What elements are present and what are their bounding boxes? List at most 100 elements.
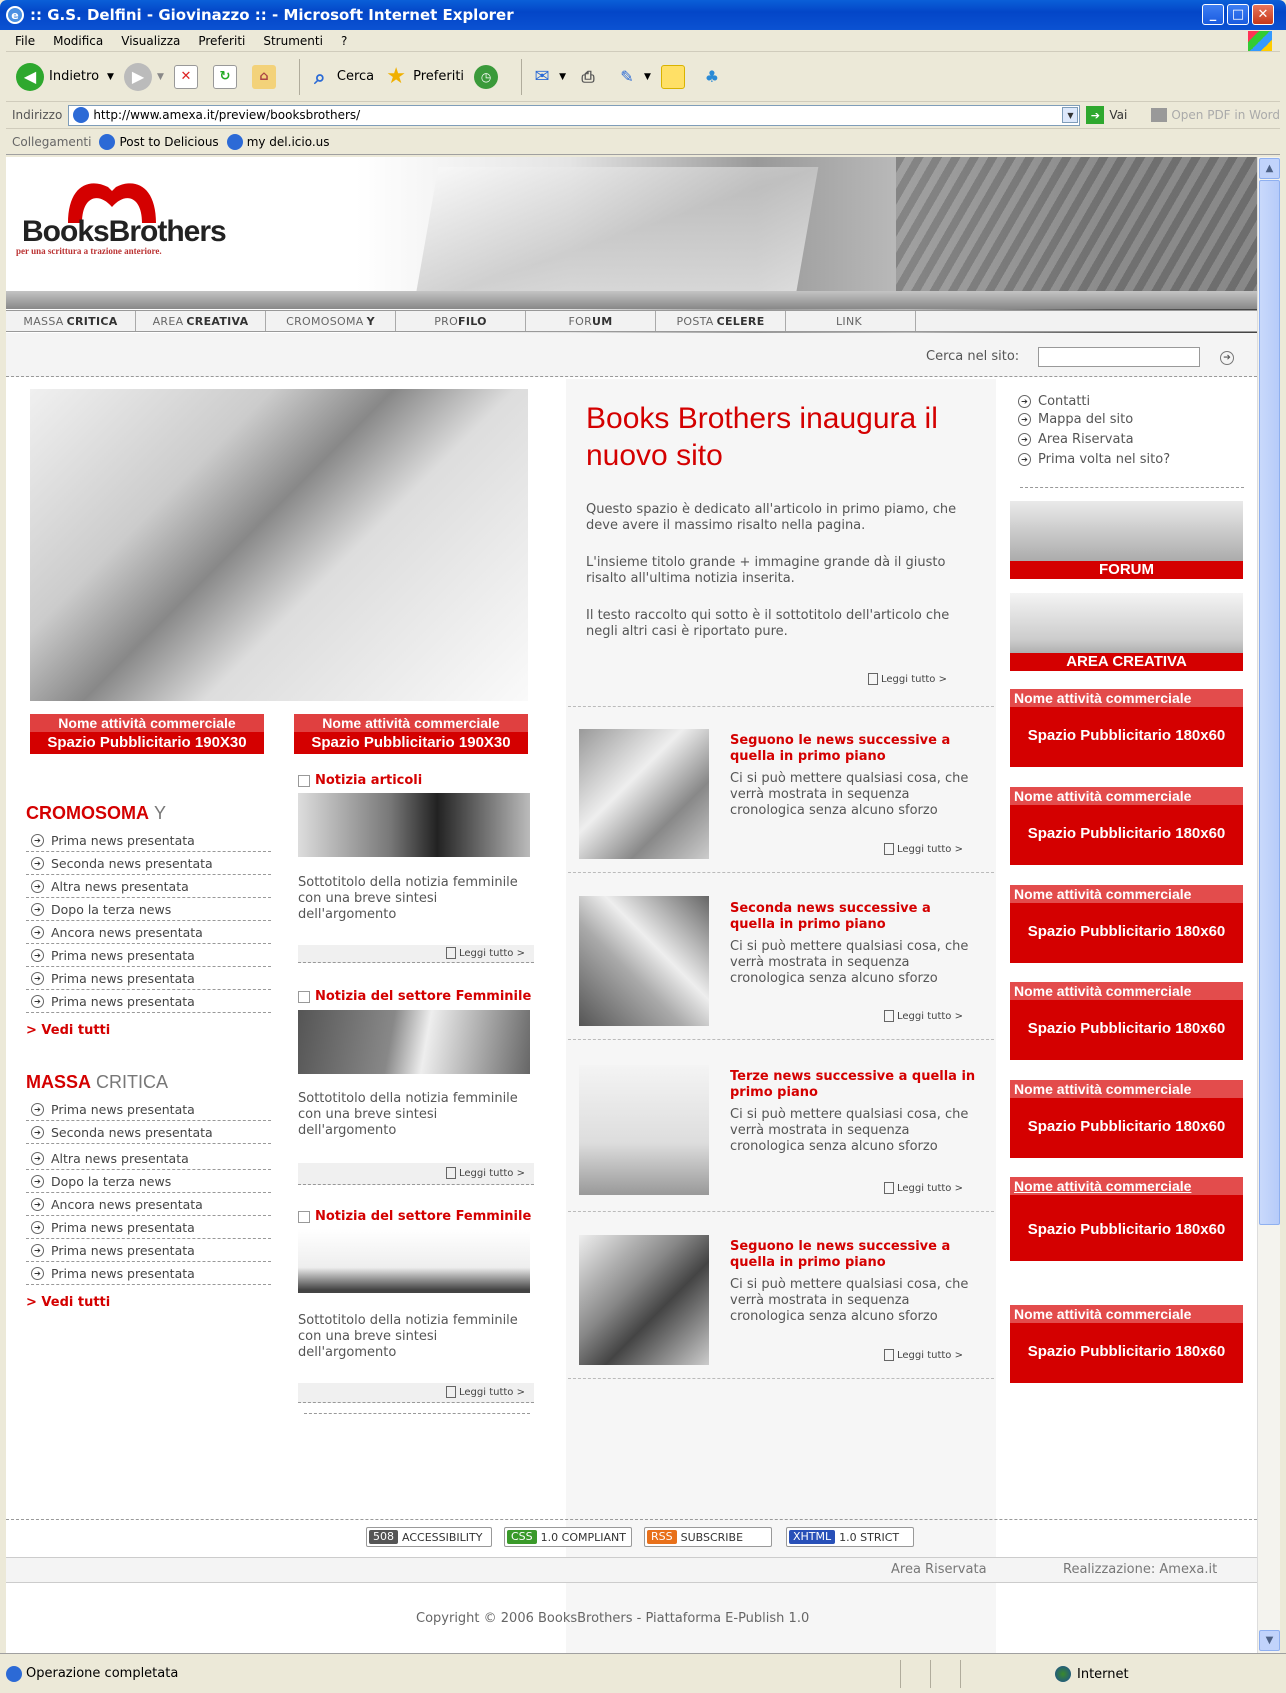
ad-banner-180[interactable]: Nome attività commerciale Spazio Pubblici… [1010,689,1243,767]
link-contatti[interactable]: ➔ Contatti [1018,391,1238,411]
leggi-tutto-link[interactable]: Leggi tutto > [884,843,963,855]
menu-help[interactable]: ? [332,34,356,48]
favorites-button[interactable]: ★ Preferiti [384,64,464,89]
print-button[interactable]: ⎙ [576,65,605,89]
ad-banner-190[interactable]: Nome attività commerciale Spazio Pubblic… [30,714,264,754]
back-button[interactable]: ◀ Indietro ▼ [16,62,114,91]
area-creativa-banner[interactable]: AREA CREATIVA [1010,593,1243,671]
list-item[interactable]: ➔ Dopo la terza news [26,898,271,921]
address-input[interactable]: http://www.amexa.it/preview/booksbrother… [68,104,1081,126]
link-mappa[interactable]: ➔ Mappa del sito [1018,409,1238,429]
site-logo[interactable]: BooksBrothers [22,215,227,249]
history-button[interactable]: ◷ [474,64,503,89]
list-item[interactable]: ➔ Dopo la terza news [26,1170,271,1193]
list-item[interactable]: ➔ Prima news presentata [26,1262,271,1285]
edit-button[interactable]: ✎ ▼ [615,65,651,89]
menu-strumenti[interactable]: Strumenti [254,34,332,48]
link-my-delicious[interactable]: my del.icio.us [226,133,330,150]
leggi-tutto-link[interactable]: Leggi tutto > [884,1182,963,1194]
scroll-up-icon[interactable]: ▲ [1259,158,1280,179]
ad-banner-180[interactable]: Nome attività commerciale Spazio Pubblici… [1010,982,1243,1060]
footer-credit[interactable]: Realizzazione: Amexa.it [1063,1562,1217,1577]
scroll-down-icon[interactable]: ▼ [1259,1630,1280,1651]
badge-xhtml[interactable]: XHTML 1.0 STRICT [786,1527,914,1547]
main-article-title[interactable]: Books Brothers inaugura il nuovo sito [586,400,976,474]
stop-button[interactable]: ✕ [173,64,203,89]
nav-posta-celere[interactable]: POSTA CELERE [656,311,786,331]
list-item[interactable]: ➔ Seconda news presentata [26,1121,271,1144]
notes-button[interactable] [660,64,690,89]
list-item[interactable]: ➔ Prima news presentata [26,1239,271,1262]
nav-massa-critica[interactable]: MASSA CRITICA [6,311,136,331]
notizia-title[interactable]: Notizia del settore Femminile [298,989,531,1004]
ad-banner-180[interactable]: Nome attività commerciale Spazio Pubblici… [1010,1305,1243,1383]
search-submit-icon[interactable]: ➔ [1220,351,1234,365]
leggi-tutto-link[interactable]: Leggi tutto > [868,673,947,685]
badge-accessibility[interactable]: 508 ACCESSIBILITY [366,1527,492,1547]
badge-css[interactable]: CSS 1.0 COMPLIANT [504,1527,632,1547]
list-item[interactable]: ➔ Ancora news presentata [26,921,271,944]
site-search-input[interactable] [1038,347,1200,367]
nav-forum[interactable]: FOR UM [526,311,656,331]
list-item[interactable]: ➔ Prima news presentata [26,829,271,852]
news-title[interactable]: Seguono le news successive a quella in p… [730,733,980,765]
ad-banner-180[interactable]: Nome attività commerciale Spazio Pubblici… [1010,787,1243,865]
scroll-thumb[interactable] [1259,180,1280,1225]
chevron-down-icon[interactable]: ▼ [157,72,164,82]
leggi-tutto-link[interactable]: Leggi tutto > [446,947,525,959]
list-item[interactable]: ➔ Prima news presentata [26,1216,271,1239]
search-button[interactable]: ⌕ Cerca [308,65,374,89]
address-dropdown-icon[interactable]: ▼ [1062,107,1079,123]
list-item[interactable]: ➔ Prima news presentata [26,1098,271,1121]
link-prima-volta[interactable]: ➔ Prima volta nel sito? [1018,449,1238,469]
menu-visualizza[interactable]: Visualizza [112,34,189,48]
ad-banner-180[interactable]: Nome attività commerciale Spazio Pubblici… [1010,1080,1243,1158]
list-item[interactable]: ➔ Altra news presentata [26,1147,271,1170]
nav-profilo[interactable]: PRO FILO [396,311,526,331]
list-item[interactable]: ➔ Altra news presentata [26,875,271,898]
section-title-massa-critica[interactable]: MASSA CRITICA [26,1072,168,1093]
maximize-button[interactable]: □ [1227,4,1249,25]
home-button[interactable]: ⌂ [251,64,281,89]
menu-preferiti[interactable]: Preferiti [189,34,254,48]
chevron-down-icon[interactable]: ▼ [107,72,114,82]
mail-button[interactable]: ✉ ▼ [530,65,566,89]
news-title[interactable]: Seguono le news successive a quella in p… [730,1239,980,1271]
badge-rss[interactable]: RSS SUBSCRIBE [644,1527,772,1547]
open-pdf-button[interactable]: Open PDF in Word [1151,108,1280,122]
link-post-delicious[interactable]: Post to Delicious [99,133,219,150]
list-item[interactable]: ➔ Prima news presentata [26,967,271,990]
notizia-title[interactable]: Notizia articoli [298,773,422,788]
go-button[interactable]: ➔ Vai [1086,106,1127,124]
leggi-tutto-link[interactable]: Leggi tutto > [884,1349,963,1361]
refresh-button[interactable]: ↻ [212,64,242,89]
vedi-tutti-link[interactable]: > Vedi tutti [26,1023,110,1038]
close-button[interactable]: ✕ [1252,4,1274,25]
nav-link[interactable]: LINK [786,311,916,331]
vedi-tutti-link[interactable]: > Vedi tutti [26,1295,110,1310]
list-item[interactable]: ➔ Prima news presentata [26,944,271,967]
news-title[interactable]: Seconda news successive a quella in prim… [730,901,980,933]
list-item[interactable]: ➔ Prima news presentata [26,990,271,1013]
ad-banner-180[interactable]: Nome attività commerciale Spazio Pubblici… [1010,885,1243,963]
ad-banner-190[interactable]: Nome attività commerciale Spazio Pubblic… [294,714,528,754]
nav-cromosoma-y[interactable]: CROMOSOMA Y [266,311,396,331]
vertical-scrollbar[interactable]: ▲ ▼ [1257,157,1280,1653]
menu-file[interactable]: File [6,34,44,48]
leggi-tutto-link[interactable]: Leggi tutto > [884,1010,963,1022]
forward-button[interactable]: ▶ ▼ [123,62,164,91]
notizia-title[interactable]: Notizia del settore Femminile [298,1209,531,1224]
ad-banner-180[interactable]: Nome attività commerciale Spazio Pubblici… [1010,1177,1243,1261]
footer-area-riservata[interactable]: Area Riservata [891,1562,987,1577]
leggi-tutto-link[interactable]: Leggi tutto > [446,1386,525,1398]
minimize-button[interactable]: _ [1202,4,1224,25]
link-area-riservata[interactable]: ➔ Area Riservata [1018,429,1238,449]
list-item[interactable]: ➔ Ancora news presentata [26,1193,271,1216]
list-item[interactable]: ➔ Seconda news presentata [26,852,271,875]
nav-area-creativa[interactable]: AREA CREATIVA [136,311,266,331]
menu-modifica[interactable]: Modifica [44,34,112,48]
section-title-cromosoma[interactable]: CROMOSOMA Y [26,803,166,824]
news-title[interactable]: Terze news successive a quella in primo … [730,1069,980,1101]
leggi-tutto-link[interactable]: Leggi tutto > [446,1167,525,1179]
forum-banner[interactable]: FORUM [1010,501,1243,579]
